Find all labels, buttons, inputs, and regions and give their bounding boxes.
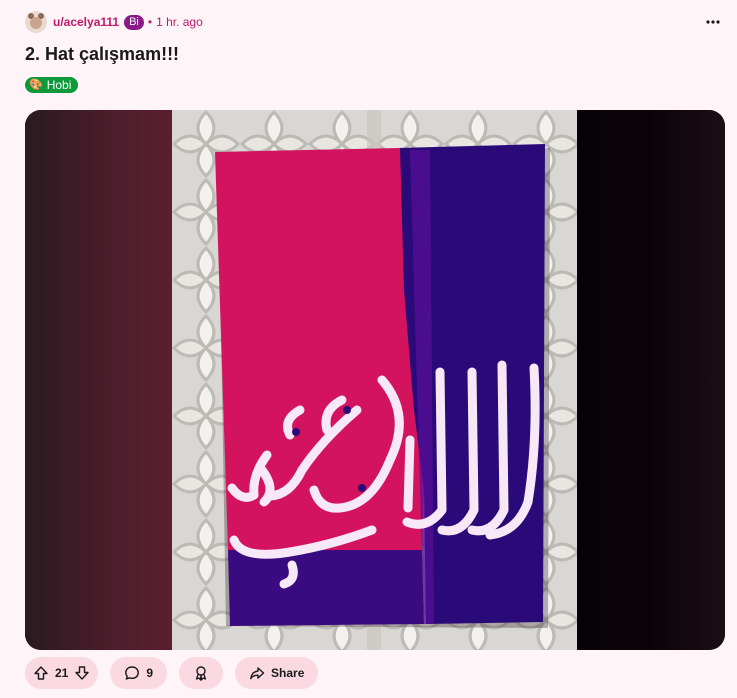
avatar[interactable]	[25, 11, 47, 33]
award-button[interactable]	[179, 657, 224, 689]
calligraphy-painting-photo	[172, 110, 577, 650]
comment-count: 9	[146, 666, 154, 680]
downvote-button[interactable]	[74, 665, 90, 681]
share-icon	[250, 667, 265, 680]
separator-dot: •	[147, 15, 153, 29]
post-image[interactable]	[25, 110, 725, 650]
post-time: 1 hr. ago	[156, 15, 203, 29]
image-blur-left	[25, 110, 172, 650]
share-button[interactable]: Share	[235, 657, 319, 689]
vote-count: 21	[55, 666, 69, 680]
comment-icon	[125, 666, 140, 680]
upvote-button[interactable]	[33, 665, 49, 681]
vote-control: 21	[25, 657, 99, 689]
user-flair-badge: Bi	[124, 14, 144, 30]
comments-button[interactable]: 9	[110, 657, 168, 689]
post-flair-tag[interactable]: 🎨 Hobi	[25, 77, 79, 93]
more-horizontal-icon	[706, 20, 720, 24]
share-label: Share	[271, 666, 305, 680]
post-header: u/acelya111 Bi • 1 hr. ago	[25, 10, 203, 34]
author-link[interactable]: u/acelya111	[53, 15, 119, 29]
palette-icon: 🎨	[29, 79, 43, 91]
image-blur-right	[577, 110, 725, 650]
post-title[interactable]: 2. Hat çalışmam!!!	[25, 44, 179, 65]
post-flair-label: Hobi	[46, 78, 72, 92]
action-bar: 21 9 Share	[25, 657, 319, 689]
downvote-icon	[75, 666, 90, 680]
more-options-button[interactable]	[703, 12, 723, 32]
post-card: u/acelya111 Bi • 1 hr. ago 2. Hat çalışm…	[0, 0, 737, 698]
upvote-icon	[34, 666, 48, 680]
award-icon	[195, 666, 207, 681]
